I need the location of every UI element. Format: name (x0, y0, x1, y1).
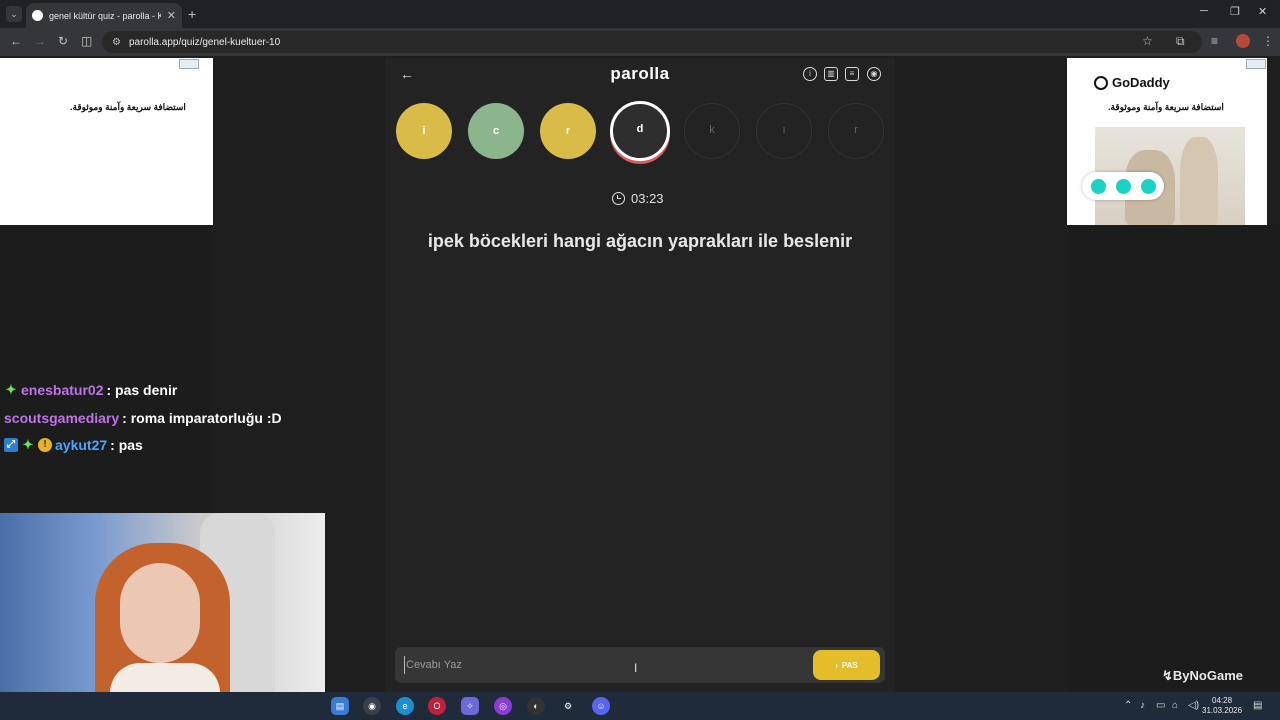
bookmark-star-icon[interactable]: ☆ (1142, 34, 1153, 48)
timer: 03:23 (612, 191, 664, 206)
tab-favicon (32, 10, 43, 21)
taskbar-clock[interactable]: 04:28 31.03.2026 (1202, 696, 1242, 716)
browser-toolbar: ← → ↻ ◫ ⚙ parolla.app/quiz/genel-kueltue… (0, 28, 1280, 56)
chat-text: : roma imparatorluğu :D (122, 410, 282, 426)
restore-icon[interactable]: ❐ (1230, 5, 1240, 18)
right-column (1067, 225, 1280, 692)
feedback-icon[interactable]: ≡ (845, 67, 859, 81)
chat-message: ⤢ ✦ ! aykut27 : pas (4, 437, 143, 453)
back-icon[interactable]: ← (10, 34, 22, 48)
display-icon[interactable]: ▭ (1156, 700, 1165, 711)
tab-title: genel kültür quiz - parolla - Kel (49, 10, 161, 21)
text-cursor-icon: I (634, 661, 638, 675)
info-icon[interactable]: i (803, 67, 817, 81)
prime-badge-icon: ⤢ (4, 438, 18, 452)
stats-icon[interactable]: ▥ (824, 67, 838, 81)
chat-username: enesbatur02 (21, 382, 104, 398)
tab-search-icon[interactable]: ⌄ (6, 6, 22, 22)
webcam-feed (0, 513, 325, 720)
forward-icon[interactable]: → (34, 34, 46, 48)
chat-area (0, 225, 213, 513)
obs-icon[interactable]: ◎ (494, 697, 512, 715)
letter-circle: i (396, 103, 452, 159)
opera-icon[interactable]: O (428, 697, 446, 715)
left-ad-banner[interactable] (0, 58, 213, 225)
reload-icon[interactable]: ↻ (58, 34, 68, 48)
taskbar-time: 04:28 (1212, 696, 1233, 705)
microphone-icon[interactable]: ♪ (1140, 700, 1145, 711)
right-ad-text: استضافة سريعة وآمنة وموثوقة. (1108, 102, 1224, 112)
timer-value: 03:23 (631, 191, 664, 206)
profile-icon[interactable]: ◉ (867, 67, 881, 81)
taskbar-date: 31.03.2026 (1202, 706, 1243, 715)
letter-circle: r (828, 103, 884, 159)
pass-button-label: PAS (841, 660, 858, 670)
profile-avatar[interactable] (1236, 34, 1250, 48)
tray-chevron-icon[interactable]: ⌃ (1124, 700, 1132, 711)
back-arrow-icon[interactable]: ← (400, 66, 414, 82)
bynogame-icon: ↯ (1162, 668, 1173, 683)
sponsor-logo: ↯ByNoGame (1162, 668, 1243, 684)
volume-icon[interactable]: ◁) (1188, 700, 1199, 711)
close-window-icon[interactable]: ✕ (1258, 5, 1267, 18)
ad-globe-icon (1115, 178, 1131, 194)
tab-close-icon[interactable]: ✕ (167, 9, 176, 22)
sparkle-badge-icon: ✦ (5, 382, 17, 397)
godaddy-mark-icon (1094, 75, 1108, 90)
chat-username: scoutsgamediary (4, 410, 120, 426)
ad-person-icon (1090, 178, 1106, 194)
letter-circle: k (684, 103, 740, 159)
browser-tab[interactable]: genel kültür quiz - parolla - Kel ✕ (26, 3, 182, 28)
chat-message: scoutsgamediary : roma imparatorluğu :D (4, 410, 282, 426)
letter-circle: c (468, 103, 524, 159)
windows-taskbar (0, 692, 1280, 720)
new-tab-button[interactable]: + (188, 6, 196, 22)
chevron-right-icon: › (835, 660, 838, 670)
letter-circle: ı (756, 103, 812, 159)
streamer-face (120, 563, 200, 663)
ad-icon-pill (1082, 172, 1164, 200)
app-icon[interactable]: ◐ (527, 697, 545, 715)
chrome-icon[interactable]: ◉ (363, 697, 381, 715)
answer-input[interactable] (404, 656, 804, 674)
godaddy-brand: GoDaddy (1112, 75, 1170, 90)
vase-shape (1180, 137, 1218, 225)
clock-icon (612, 192, 625, 205)
notification-icon[interactable]: ▤ (1253, 700, 1262, 711)
sparkle-badge-icon: ✦ (22, 437, 34, 452)
ad-choices-icon[interactable] (179, 59, 199, 69)
chat-message: ✦ enesbatur02 : pas denir (4, 382, 178, 398)
screen: ⌄ genel kültür quiz - parolla - Kel ✕ + … (0, 0, 1280, 720)
split-view-icon[interactable]: ◫ (81, 34, 92, 48)
edge-icon[interactable]: e (396, 697, 414, 715)
copilot-icon[interactable]: ✧ (461, 697, 479, 715)
ad-choices-icon[interactable] (1246, 59, 1266, 69)
letter-circle: r (540, 103, 596, 159)
sub-badge-icon: ! (38, 438, 52, 452)
discord-icon[interactable]: ☺ (592, 697, 610, 715)
app-logo[interactable]: parolla (560, 64, 720, 84)
question-text: ipek böcekleri hangi ağacın yaprakları i… (427, 231, 853, 251)
network-icon[interactable]: ⌂ (1172, 700, 1178, 711)
address-bar[interactable]: ⚙ parolla.app/quiz/genel-kueltuer-10 (102, 31, 1202, 53)
letter-circle-active: d (610, 101, 670, 161)
file-explorer-icon[interactable]: ▤ (331, 697, 349, 715)
chat-text: : pas (110, 437, 143, 453)
ad-cloud-icon (1140, 178, 1156, 194)
left-ad-text: استضافة سريعة وآمنة وموثوقة. (70, 102, 186, 112)
settings-icon[interactable]: ⚙ (559, 697, 577, 715)
url-text: parolla.app/quiz/genel-kueltuer-10 (128, 36, 281, 48)
sponsor-name: ByNoGame (1172, 668, 1243, 683)
site-info-icon[interactable]: ⚙ (112, 37, 121, 48)
chat-username: aykut27 (55, 437, 108, 453)
menu-icon[interactable]: ⋮ (1262, 34, 1274, 48)
minimize-icon[interactable]: ─ (1200, 5, 1208, 17)
godaddy-logo: GoDaddy (1094, 75, 1170, 90)
pass-button[interactable]: › PAS (813, 650, 880, 680)
extensions-icon[interactable]: ⧉ (1176, 34, 1185, 49)
chat-text: : pas denir (106, 382, 178, 398)
reading-list-icon[interactable]: ≡ (1211, 34, 1218, 48)
browser-tab-bar: ⌄ genel kültür quiz - parolla - Kel ✕ + … (0, 0, 1280, 28)
